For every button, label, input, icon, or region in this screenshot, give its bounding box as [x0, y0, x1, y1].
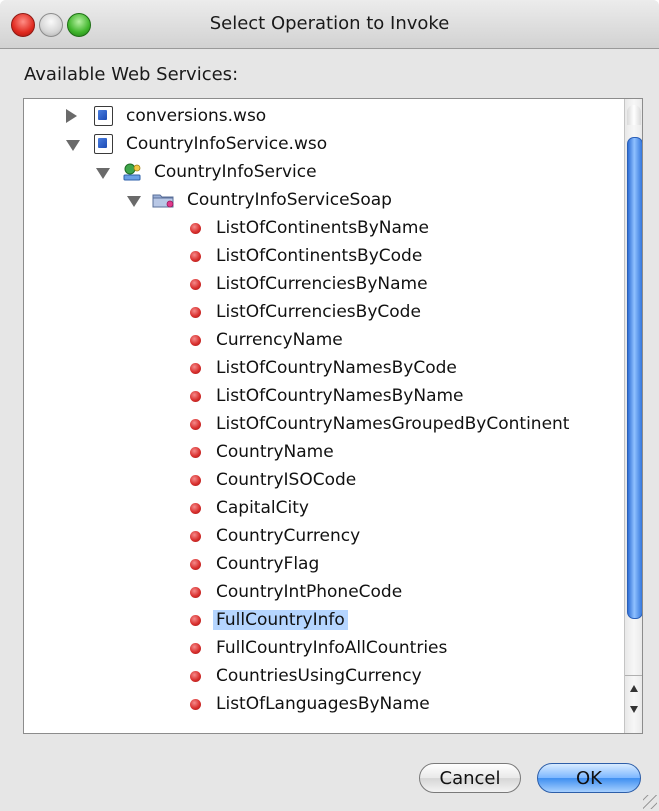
operation-label: ListOfContinentsByCode	[216, 246, 423, 266]
operation-icon	[190, 559, 201, 570]
dialog-window: Select Operation to Invoke Available Web…	[0, 0, 659, 811]
operation-icon	[190, 587, 201, 598]
operation-icon	[190, 671, 201, 682]
operation-icon	[190, 223, 201, 234]
operation-row[interactable]: CapitalCity	[24, 495, 622, 521]
available-web-services-label: Available Web Services:	[24, 64, 239, 85]
operation-row[interactable]: ListOfCountryNamesByCode	[24, 355, 622, 381]
tree-node-label: CountryInfoService	[154, 162, 317, 182]
scroll-down-arrow-icon[interactable]	[630, 706, 638, 713]
operation-label: FullCountryInfoAllCountries	[216, 638, 448, 658]
scrollbar-thumb[interactable]	[627, 137, 642, 619]
operation-label: ListOfCountryNamesByName	[216, 386, 464, 406]
operation-row[interactable]: CountryCurrency	[24, 523, 622, 549]
operation-label: ListOfLanguagesByName	[216, 694, 430, 714]
operation-row[interactable]: ListOfCountryNamesByName	[24, 383, 622, 409]
operation-row[interactable]: CountryIntPhoneCode	[24, 579, 622, 605]
operation-row[interactable]: ListOfCountryNamesGroupedByContinent	[24, 411, 622, 437]
operation-icon	[190, 643, 201, 654]
vertical-scrollbar[interactable]	[624, 99, 642, 733]
operation-label: CountryName	[216, 442, 334, 462]
operation-label: CountryCurrency	[216, 526, 361, 546]
operation-row[interactable]: CurrencyName	[24, 327, 622, 353]
port-folder-icon	[152, 194, 174, 208]
disclosure-expanded-icon[interactable]	[66, 140, 80, 151]
operation-label: ListOfCurrenciesByName	[216, 274, 428, 294]
web-services-tree-panel: conversions.wso CountryInfoService.wso Cou…	[23, 98, 643, 734]
operation-row[interactable]: ListOfContinentsByCode	[24, 243, 622, 269]
operation-label: CapitalCity	[216, 498, 309, 518]
wso-file-icon	[94, 134, 113, 154]
operation-row[interactable]: ListOfContinentsByName	[24, 215, 622, 241]
operation-icon	[190, 363, 201, 374]
operation-icon	[190, 475, 201, 486]
window-title: Select Operation to Invoke	[209, 13, 450, 34]
tree-node-label: CountryInfoServiceSoap	[187, 190, 392, 210]
operation-label: CountryFlag	[216, 554, 320, 574]
disclosure-expanded-icon[interactable]	[96, 168, 110, 179]
operation-row[interactable]: CountriesUsingCurrency	[24, 663, 622, 689]
operation-row[interactable]: ListOfCurrenciesByName	[24, 271, 622, 297]
title-bar: Select Operation to Invoke	[0, 0, 659, 49]
operation-label: ListOfCurrenciesByCode	[216, 302, 421, 322]
operation-row[interactable]: CountryName	[24, 439, 622, 465]
operation-icon	[190, 279, 201, 290]
operation-label: CountryIntPhoneCode	[216, 582, 403, 602]
operation-icon	[190, 419, 201, 430]
resize-grip-icon[interactable]	[643, 795, 657, 809]
ok-button[interactable]: OK	[537, 763, 641, 793]
operation-label: CurrencyName	[216, 330, 343, 350]
scroll-up-arrow-icon[interactable]	[630, 685, 638, 692]
scrollbar-arrows	[625, 675, 642, 733]
tree-node-label: conversions.wso	[126, 106, 267, 126]
operation-icon	[190, 699, 201, 710]
operation-row[interactable]: FullCountryInfoAllCountries	[24, 635, 622, 661]
operation-icon	[190, 391, 201, 402]
operation-icon	[190, 615, 201, 626]
operation-icon	[190, 447, 201, 458]
operation-row[interactable]: CountryISOCode	[24, 467, 622, 493]
operation-row[interactable]: ListOfCurrenciesByCode	[24, 299, 622, 325]
operation-icon	[190, 335, 201, 346]
web-service-icon	[123, 163, 141, 181]
operation-icon	[190, 531, 201, 542]
operation-row[interactable]: ListOfLanguagesByName	[24, 691, 622, 717]
disclosure-expanded-icon[interactable]	[127, 196, 141, 207]
operation-label: CountryISOCode	[216, 470, 357, 490]
tree-node-row[interactable]: conversions.wso	[24, 103, 622, 129]
operation-row[interactable]: CountryFlag	[24, 551, 622, 577]
tree-node-row[interactable]: CountryInfoServiceSoap	[24, 187, 622, 213]
cancel-button[interactable]: Cancel	[419, 763, 521, 793]
operation-label: FullCountryInfo	[213, 610, 348, 630]
scrollbar-track-cap	[627, 105, 641, 125]
operation-row[interactable]: FullCountryInfo	[24, 607, 622, 633]
wso-file-icon	[94, 106, 113, 126]
operation-label: ListOfCountryNamesByCode	[216, 358, 457, 378]
operation-label: CountriesUsingCurrency	[216, 666, 422, 686]
operation-label: ListOfContinentsByName	[216, 218, 429, 238]
tree-node-row[interactable]: CountryInfoService.wso	[24, 131, 622, 157]
operation-icon	[190, 503, 201, 514]
operation-label: ListOfCountryNamesGroupedByContinent	[216, 414, 570, 434]
tree-node-row[interactable]: CountryInfoService	[24, 159, 622, 185]
operation-icon	[190, 251, 201, 262]
tree-node-label: CountryInfoService.wso	[126, 134, 328, 154]
disclosure-collapsed-icon[interactable]	[66, 109, 77, 123]
operation-icon	[190, 307, 201, 318]
